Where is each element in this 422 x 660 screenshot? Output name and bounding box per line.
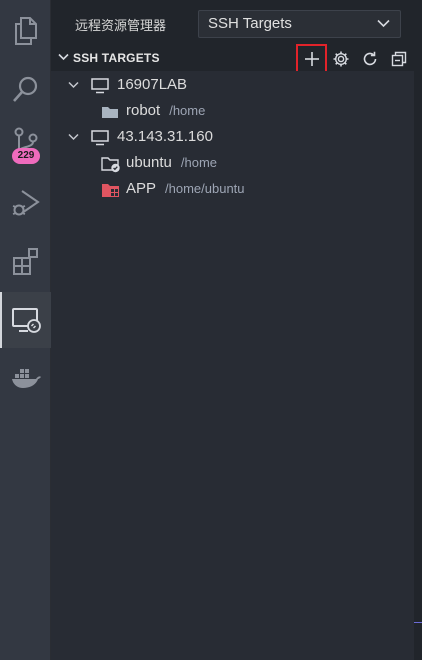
- search-icon: [12, 76, 37, 102]
- folder-label: ubuntu: [126, 154, 172, 171]
- folder-connected-icon: [101, 157, 120, 173]
- folder-entry: ubuntu/home: [126, 154, 217, 171]
- target-type-value: SSH Targets: [208, 15, 292, 32]
- panel-edge-divider: [414, 622, 422, 623]
- tree-folder-ubuntu[interactable]: ubuntu/home: [51, 150, 414, 176]
- folder-entry: APP/home/ubuntu: [126, 180, 245, 197]
- chevron-down-icon: [377, 19, 390, 28]
- tree-host-16907lab[interactable]: 16907LAB: [51, 72, 414, 98]
- activity-explorer[interactable]: [0, 3, 51, 59]
- activity-bar: 229: [0, 0, 51, 660]
- host-label: 43.143.31.160: [117, 128, 213, 145]
- activity-remote-explorer[interactable]: [0, 292, 51, 348]
- sidebar-scrollbar[interactable]: [414, 71, 422, 660]
- activity-search[interactable]: [0, 61, 51, 117]
- add-icon: [304, 51, 319, 66]
- folder-path: /home: [169, 103, 206, 118]
- ssh-targets-section-header[interactable]: SSH TARGETS: [51, 44, 422, 73]
- sidebar-title-bar: 远程资源管理器 SSH Targets: [51, 0, 422, 46]
- tree-folder-robot[interactable]: robot/home: [51, 98, 414, 124]
- tree-folder-app[interactable]: APP/home/ubuntu: [51, 176, 414, 202]
- folder-label: robot: [126, 102, 161, 119]
- activity-run-debug[interactable]: [0, 175, 51, 231]
- tree-host-43-143-31-160[interactable]: 43.143.31.160: [51, 124, 414, 150]
- target-type-select[interactable]: SSH Targets: [198, 10, 401, 38]
- extensions-icon: [12, 248, 38, 275]
- section-title: SSH TARGETS: [73, 51, 160, 65]
- activity-extensions[interactable]: [0, 233, 51, 289]
- host-label: 16907LAB: [117, 76, 188, 93]
- activity-source-control[interactable]: [0, 117, 51, 173]
- folder-icon: [102, 107, 118, 118]
- collapse-all-button[interactable]: [388, 48, 410, 70]
- activity-docker[interactable]: [0, 350, 51, 406]
- sidebar-title: 远程资源管理器: [75, 19, 167, 34]
- source-control-badge: 229: [12, 148, 40, 164]
- folder-path: /home: [180, 155, 218, 170]
- run-debug-icon: [12, 190, 40, 216]
- folder-red-icon: [102, 184, 119, 197]
- refresh-button[interactable]: [359, 48, 381, 70]
- folder-path: /home/ubuntu: [165, 181, 245, 196]
- folder-entry: robot/home: [126, 102, 205, 119]
- chevron-down-icon: [68, 133, 79, 141]
- files-icon: [14, 17, 37, 45]
- monitor-icon: [91, 130, 109, 146]
- chevron-down-icon: [68, 81, 79, 89]
- add-new-host-button[interactable]: [296, 44, 327, 73]
- chevron-down-icon: [58, 53, 69, 61]
- collapse-all-icon: [391, 51, 407, 67]
- ssh-targets-tree: 16907LAB robot/home 43.143.31.160 ubuntu…: [51, 71, 414, 660]
- sidebar: 远程资源管理器 SSH Targets SSH TARGETS 16907LAB…: [51, 0, 422, 660]
- monitor-icon: [91, 78, 109, 94]
- configure-button[interactable]: [330, 48, 352, 70]
- folder-label: APP: [126, 180, 157, 197]
- refresh-icon: [363, 51, 377, 66]
- gear-icon: [333, 51, 349, 67]
- docker-icon: [11, 369, 41, 388]
- remote-explorer-icon: [11, 308, 41, 333]
